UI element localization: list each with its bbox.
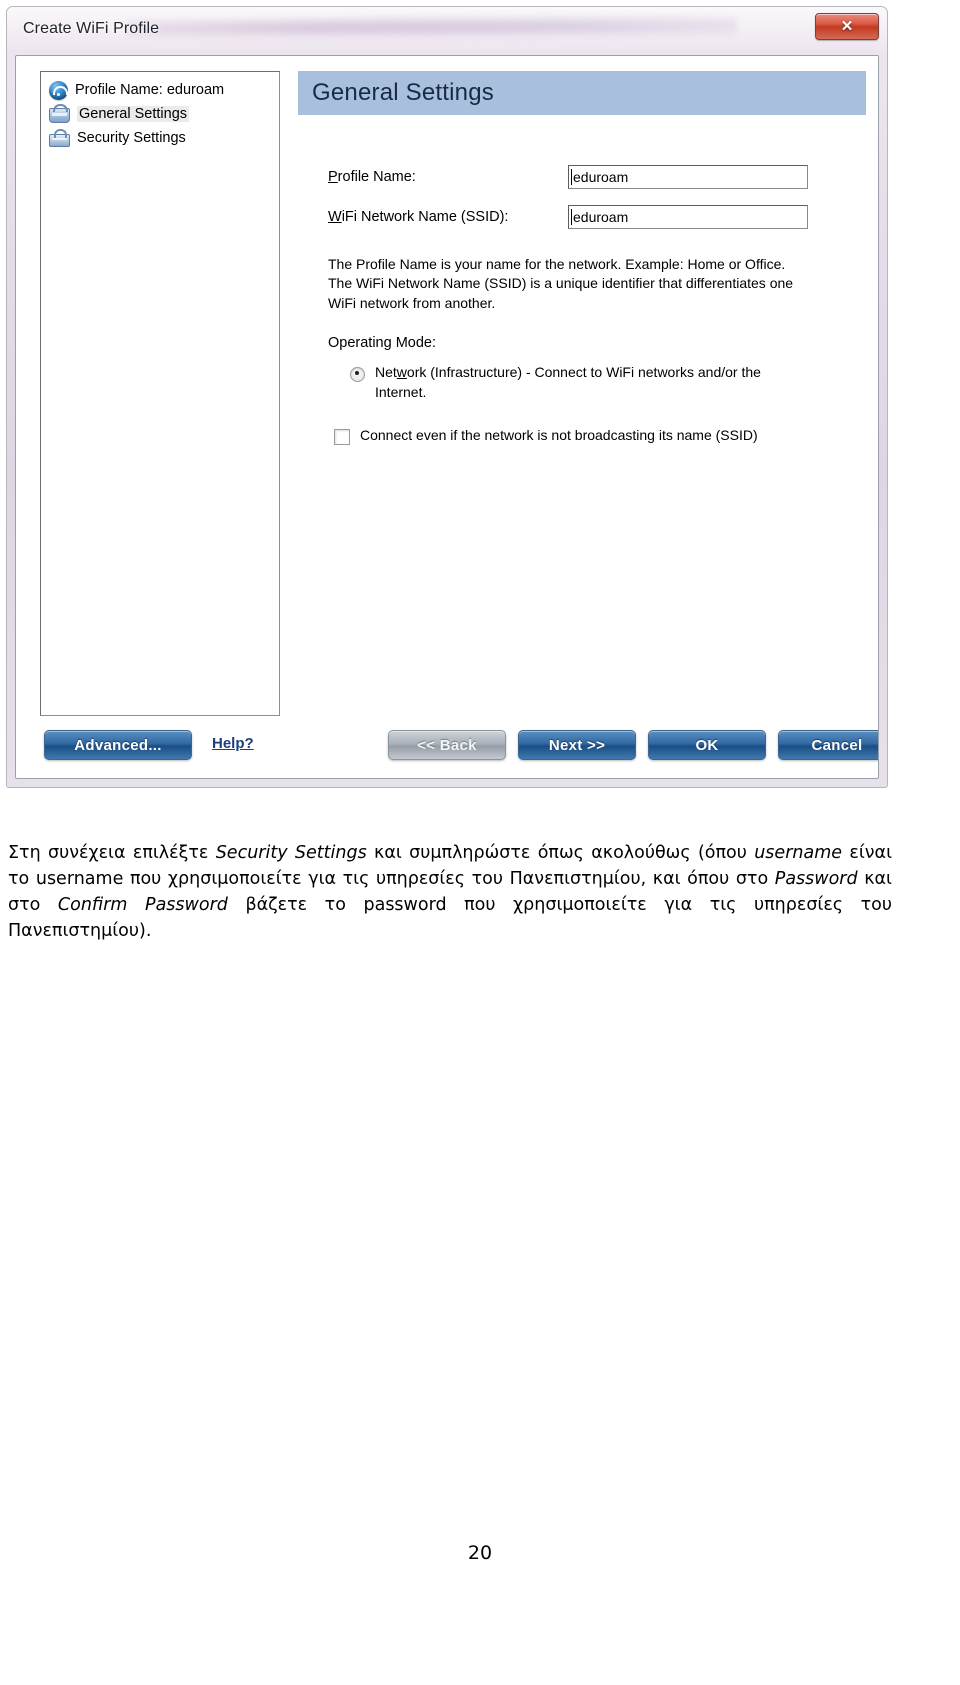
profile-name-value: eduroam bbox=[573, 169, 629, 185]
window-titlebar[interactable]: Create WiFi Profile ✕ bbox=[7, 7, 887, 55]
ssid-label: WiFi Network Name (SSID): bbox=[328, 209, 509, 225]
create-wifi-profile-dialog: Create WiFi Profile ✕ Profile Name: edur… bbox=[6, 6, 888, 788]
help-link[interactable]: Help? bbox=[212, 735, 254, 752]
tree-item-profile-name[interactable]: Profile Name: eduroam bbox=[45, 78, 275, 102]
ssid-row: WiFi Network Name (SSID): eduroam bbox=[298, 205, 866, 229]
ssid-value: eduroam bbox=[573, 209, 629, 225]
cancel-button-label: Cancel bbox=[811, 736, 863, 754]
advanced-button[interactable]: Advanced... bbox=[44, 730, 192, 760]
section-header: General Settings bbox=[298, 71, 866, 115]
back-button-label: << Back bbox=[417, 736, 477, 754]
network-infrastructure-label: Network (Infrastructure) - Connect to Wi… bbox=[375, 363, 761, 400]
network-infrastructure-row[interactable]: Network (Infrastructure) - Connect to Wi… bbox=[298, 363, 866, 402]
general-settings-pane: General Settings Profile Name: eduroam W… bbox=[298, 71, 866, 692]
profile-name-label: Profile Name: bbox=[328, 169, 416, 185]
form-fields: Profile Name: eduroam WiFi Network Name … bbox=[298, 165, 866, 229]
ssid-input[interactable]: eduroam bbox=[568, 205, 808, 229]
ok-button[interactable]: OK bbox=[648, 730, 766, 760]
next-button-label: Next >> bbox=[548, 736, 606, 754]
general-settings-icon bbox=[49, 104, 70, 123]
dialog-button-bar: Advanced... Help? << Back Next >> OK Can… bbox=[16, 730, 878, 764]
text-caret bbox=[571, 169, 572, 185]
operating-mode-label: Operating Mode: bbox=[328, 334, 437, 351]
wifi-icon bbox=[49, 80, 68, 100]
tree-item-label: Profile Name: eduroam bbox=[75, 82, 225, 98]
back-button[interactable]: << Back bbox=[388, 730, 506, 760]
tree-item-label: General Settings bbox=[77, 106, 190, 122]
window-title: Create WiFi Profile bbox=[23, 20, 160, 37]
network-infrastructure-radio[interactable] bbox=[350, 366, 365, 382]
instruction-paragraph: Στη συνέχεια επιλέξτε Security Settings … bbox=[8, 840, 892, 944]
advanced-button-label: Advanced... bbox=[74, 736, 162, 754]
dialog-client-area: Profile Name: eduroam General Settings S… bbox=[15, 55, 879, 779]
ok-button-label: OK bbox=[695, 736, 719, 754]
cancel-button[interactable]: Cancel bbox=[778, 730, 878, 760]
profile-tree[interactable]: Profile Name: eduroam General Settings S… bbox=[40, 71, 280, 716]
broadcast-checkbox[interactable] bbox=[334, 429, 350, 446]
profile-name-row: Profile Name: eduroam bbox=[298, 165, 866, 189]
section-title: General Settings bbox=[312, 79, 494, 106]
next-button[interactable]: Next >> bbox=[518, 730, 636, 760]
text-caret bbox=[571, 209, 572, 225]
close-glyph: ✕ bbox=[840, 18, 854, 35]
broadcast-label: Connect even if the network is not broad… bbox=[360, 427, 758, 444]
broadcast-row[interactable]: Connect even if the network is not broad… bbox=[298, 426, 866, 446]
close-icon[interactable]: ✕ bbox=[815, 13, 879, 40]
security-settings-icon bbox=[49, 128, 70, 147]
tree-item-security-settings[interactable]: Security Settings bbox=[45, 126, 275, 150]
profile-name-input[interactable]: eduroam bbox=[568, 165, 808, 189]
instruction-text: Στη συνέχεια επιλέξτε Security Settings … bbox=[8, 843, 892, 941]
tree-item-general-settings[interactable]: General Settings bbox=[45, 102, 275, 126]
page-number: 20 bbox=[467, 1542, 493, 1564]
tree-item-label: Security Settings bbox=[77, 130, 186, 146]
help-paragraph: The Profile Name is your name for the ne… bbox=[328, 256, 794, 311]
